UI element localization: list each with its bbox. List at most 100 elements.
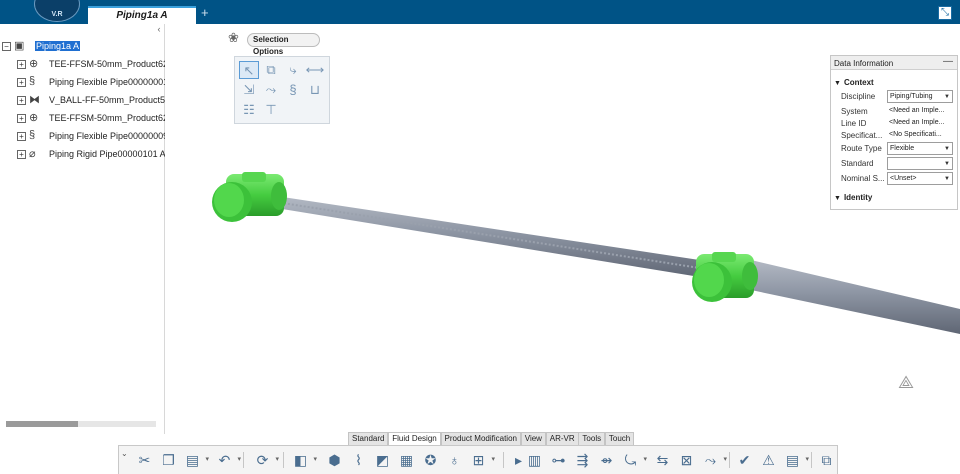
bulb-icon[interactable]: ♁ — [445, 450, 464, 470]
chevron-down-icon: ▼ — [944, 161, 950, 167]
tree-row[interactable]: + ⊕ TEE-FFSM-50mm_Product6255 — [2, 110, 165, 128]
axis-compass-icon[interactable]: ⟁ — [898, 372, 930, 398]
add-tab-button[interactable]: + — [201, 6, 209, 20]
tab-standard[interactable]: Standard — [348, 432, 389, 445]
ball-valve-icon: ⧓ — [29, 94, 40, 106]
tree-row[interactable]: + ⌀ Piping Rigid Pipe00000101 A ( — [2, 146, 165, 164]
product-icon: ▣ — [14, 40, 25, 52]
expand-node-icon[interactable]: + — [17, 132, 26, 141]
expand-node-icon[interactable]: + — [17, 96, 26, 105]
collapse-tree-button[interactable]: ‹ — [154, 24, 164, 34]
rigid-pipe[interactable] — [751, 260, 960, 334]
action-bar: ⌄ ✂ ❐ ▤ ↶ ⟳ ◧ ⬢ ⌇ ◩ ▦ ✪ ♁ ⊞ ▸ ▥ ⊶ ⇶ ⇴ ⤿ … — [118, 445, 838, 474]
toolbar-separator — [503, 452, 504, 468]
specification-tree: − ▣ Piping1a A + ⊕ TEE-FFSM-50mm_Product… — [2, 38, 165, 164]
expand-action-bar-icon[interactable]: ⌄ — [121, 449, 128, 458]
tree-item-label[interactable]: V_BALL-FF-50mm_Product576 — [49, 95, 165, 105]
field-specification: Specificat... <No Specificati... — [841, 129, 957, 142]
flexible-route-icon[interactable]: ⌇ — [349, 450, 368, 470]
check-connect-icon[interactable]: ⊠ — [677, 450, 696, 470]
tree-row[interactable]: + ⧓ V_BALL-FF-50mm_Product576 — [2, 92, 165, 110]
panel-title: Data Information — [834, 59, 894, 68]
cabinet-icon[interactable]: ▥ — [525, 450, 544, 470]
toolbar-separator — [729, 452, 730, 468]
tree-item-label[interactable]: TEE-FFSM-50mm_Product6255 — [49, 59, 165, 69]
tree-row[interactable]: + § Piping Flexible Pipe00000009 A — [2, 128, 165, 146]
flexible-pipe[interactable] — [276, 196, 706, 278]
field-value: <Unset> — [890, 175, 917, 182]
split-icon[interactable]: ⇆ — [653, 450, 672, 470]
network-icon[interactable]: ⊶ — [549, 450, 568, 470]
specification-value[interactable]: <No Specificati... — [887, 129, 953, 142]
expand-node-icon[interactable]: + — [17, 114, 26, 123]
scrollbar-thumb[interactable] — [6, 421, 78, 427]
field-label: Discipline — [841, 92, 876, 101]
collapse-triangle-icon: ▼ — [834, 80, 841, 87]
equipment-icon[interactable]: ⬢ — [325, 450, 344, 470]
undo-icon[interactable]: ↶ — [215, 450, 241, 470]
field-label: Nominal S... — [841, 174, 885, 183]
tab-tools[interactable]: Tools — [578, 432, 606, 445]
compass-logo[interactable]: V.R — [34, 0, 80, 22]
tab-piping1a[interactable]: Piping1a A — [88, 6, 196, 24]
manage-icon[interactable]: ⧉ — [817, 450, 836, 470]
tab-touch[interactable]: Touch — [604, 432, 635, 445]
tree-row-root[interactable]: − ▣ Piping1a A — [2, 38, 164, 56]
tab-product-modification[interactable]: Product Modification — [440, 432, 521, 445]
tree-item-label[interactable]: Piping1a A — [35, 41, 81, 51]
paste-icon[interactable]: ▤ — [183, 450, 209, 470]
toolbar-separator — [811, 452, 812, 468]
insert-part-icon[interactable]: ◧ — [291, 450, 317, 470]
minimize-panel-button[interactable]: — — [943, 56, 953, 67]
copy-icon[interactable]: ❐ — [159, 450, 178, 470]
expand-node-icon[interactable]: + — [17, 150, 26, 159]
field-label: Line ID — [841, 119, 867, 128]
expand-node-icon[interactable]: + — [17, 60, 26, 69]
field-standard: Standard ▼ — [841, 157, 957, 170]
tree-horizontal-scrollbar[interactable] — [6, 421, 156, 427]
connect-icon[interactable]: ⇴ — [597, 450, 616, 470]
discipline-dropdown[interactable]: Piping/Tubing ▼ — [887, 90, 953, 103]
route-icon[interactable]: ⤿ — [621, 450, 647, 470]
tree-row[interactable]: + § Piping Flexible Pipe00000001 A — [2, 74, 165, 92]
place-fitting-icon[interactable]: ⊞ — [469, 450, 495, 470]
update-icon[interactable]: ⟳ — [253, 450, 279, 470]
data-information-panel: Data Information — ▼ Context Discipline P… — [830, 55, 958, 210]
tree-item-label[interactable]: Piping Rigid Pipe00000101 A ( — [49, 149, 165, 159]
warning-icon[interactable]: ⚠ — [759, 450, 778, 470]
tree-item-label[interactable]: Piping Flexible Pipe00000009 A — [49, 131, 165, 141]
tree-item-label[interactable]: TEE-FFSM-50mm_Product6255 — [49, 113, 165, 123]
flexible-pipe-icon: § — [29, 129, 36, 141]
restore-view-icon[interactable]: ⤡ — [938, 6, 952, 20]
route-from-icon[interactable]: ◩ — [373, 450, 392, 470]
context-section-header[interactable]: ▼ Context — [834, 78, 874, 87]
field-value: Piping/Tubing — [890, 93, 933, 100]
cut-icon[interactable]: ✂ — [135, 450, 154, 470]
field-value: Flexible — [890, 145, 915, 152]
identity-section-header[interactable]: ▼ Identity — [834, 193, 872, 202]
validate-icon[interactable]: ✔ — [735, 450, 754, 470]
tab-view[interactable]: View — [520, 432, 546, 445]
tab-fluid-design[interactable]: Fluid Design — [388, 432, 441, 445]
tee-fitting-left[interactable] — [212, 172, 287, 222]
route-type-dropdown[interactable]: Flexible ▼ — [887, 142, 953, 155]
expand-node-icon[interactable]: + — [17, 78, 26, 87]
tree-row[interactable]: + ⊕ TEE-FFSM-50mm_Product6255 — [2, 56, 165, 74]
chevron-down-icon: ▼ — [944, 146, 950, 152]
top-bar: V.R Piping1a A + ⤡ — [0, 0, 960, 24]
grid-layout-icon[interactable]: ▦ — [397, 450, 416, 470]
assembly-icon[interactable]: ✪ — [421, 450, 440, 470]
tab-ar-vr[interactable]: AR-VR — [545, 432, 579, 445]
tee-fitting-right[interactable] — [692, 252, 758, 302]
chevron-down-icon: ▼ — [944, 176, 950, 182]
toolbar-separator — [283, 452, 284, 468]
collapse-node-icon[interactable]: − — [2, 42, 11, 51]
chevron-down-icon: ▼ — [944, 94, 950, 100]
pipe-ribbing — [275, 201, 707, 270]
report-icon[interactable]: ▤ — [783, 450, 809, 470]
branch-icon[interactable]: ⇶ — [573, 450, 592, 470]
flow-icon[interactable]: ⤳ — [701, 450, 727, 470]
standard-dropdown[interactable]: ▼ — [887, 157, 953, 170]
tree-item-label[interactable]: Piping Flexible Pipe00000001 A — [49, 77, 165, 87]
nominal-size-dropdown[interactable]: <Unset> ▼ — [887, 172, 953, 185]
